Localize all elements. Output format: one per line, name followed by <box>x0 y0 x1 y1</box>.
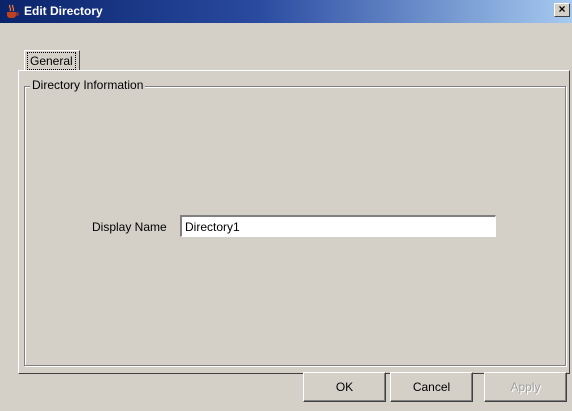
group-title: Directory Information <box>30 78 146 92</box>
apply-button: Apply <box>484 372 567 402</box>
title-bar[interactable]: Edit Directory × <box>0 0 572 23</box>
tab-general[interactable]: General <box>24 50 80 70</box>
display-name-input[interactable] <box>180 215 496 237</box>
display-name-label: Display Name <box>92 220 167 234</box>
ok-button[interactable]: OK <box>303 372 386 402</box>
close-button[interactable]: × <box>554 3 570 17</box>
java-cup-icon <box>7 4 19 18</box>
close-icon: × <box>558 2 566 16</box>
cancel-button[interactable]: Cancel <box>390 372 473 402</box>
tab-general-label: General <box>27 52 76 70</box>
window-title: Edit Directory <box>24 4 103 18</box>
